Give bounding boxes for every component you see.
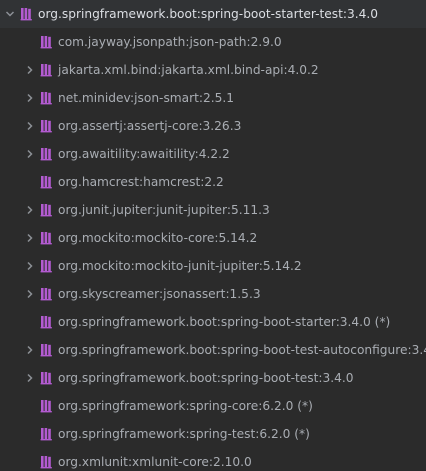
dependency-label: org.hamcrest:hamcrest:2.2 — [58, 175, 224, 189]
chevron-right-icon[interactable] — [22, 342, 38, 358]
library-icon — [38, 426, 54, 442]
dependency-label: org.springframework.boot:spring-boot-tes… — [58, 371, 354, 385]
library-icon — [38, 202, 54, 218]
dependency-label: org.junit.jupiter:junit-jupiter:5.11.3 — [58, 203, 270, 217]
library-icon — [18, 6, 34, 22]
library-icon — [38, 454, 54, 470]
library-icon — [38, 118, 54, 134]
library-icon — [38, 146, 54, 162]
tree-child-row[interactable]: jakarta.xml.bind:jakarta.xml.bind-api:4.… — [0, 56, 426, 84]
dependency-label: org.springframework:spring-core:6.2.0 (*… — [58, 399, 313, 413]
dependency-label: org.awaitility:awaitility:4.2.2 — [58, 147, 230, 161]
tree-root-row[interactable]: org.springframework.boot:spring-boot-sta… — [0, 0, 426, 28]
dependency-label: net.minidev:json-smart:2.5.1 — [58, 91, 235, 105]
chevron-right-icon[interactable] — [22, 370, 38, 386]
dependency-label: org.mockito:mockito-junit-jupiter:5.14.2 — [58, 259, 302, 273]
chevron-right-icon[interactable] — [22, 286, 38, 302]
library-icon — [38, 314, 54, 330]
tree-child-row[interactable]: org.springframework.boot:spring-boot-sta… — [0, 308, 426, 336]
library-icon — [38, 34, 54, 50]
library-icon — [38, 398, 54, 414]
chevron-right-icon[interactable] — [22, 118, 38, 134]
chevron-right-icon[interactable] — [22, 62, 38, 78]
dependency-label: org.xmlunit:xmlunit-core:2.10.0 — [58, 455, 252, 469]
tree-child-row[interactable]: org.springframework:spring-core:6.2.0 (*… — [0, 392, 426, 420]
library-icon — [38, 62, 54, 78]
chevron-right-icon[interactable] — [22, 90, 38, 106]
chevron-right-icon[interactable] — [22, 202, 38, 218]
dependency-label: org.skyscreamer:jsonassert:1.5.3 — [58, 287, 261, 301]
chevron-down-icon[interactable] — [2, 6, 18, 22]
dependency-label: org.assertj:assertj-core:3.26.3 — [58, 119, 242, 133]
dependency-label: com.jayway.jsonpath:json-path:2.9.0 — [58, 35, 282, 49]
tree-child-row[interactable]: org.assertj:assertj-core:3.26.3 — [0, 112, 426, 140]
tree-child-row[interactable]: net.minidev:json-smart:2.5.1 — [0, 84, 426, 112]
library-icon — [38, 286, 54, 302]
tree-child-row[interactable]: org.mockito:mockito-junit-jupiter:5.14.2 — [0, 252, 426, 280]
chevron-right-icon[interactable] — [22, 230, 38, 246]
tree-child-row[interactable]: org.mockito:mockito-core:5.14.2 — [0, 224, 426, 252]
dependency-label: jakarta.xml.bind:jakarta.xml.bind-api:4.… — [58, 63, 319, 77]
tree-child-row[interactable]: org.springframework.boot:spring-boot-tes… — [0, 336, 426, 364]
chevron-right-icon[interactable] — [22, 146, 38, 162]
library-icon — [38, 230, 54, 246]
dependency-label: org.springframework:spring-test:6.2.0 (*… — [58, 427, 310, 441]
tree-child-row[interactable]: org.junit.jupiter:junit-jupiter:5.11.3 — [0, 196, 426, 224]
tree-child-row[interactable]: org.springframework.boot:spring-boot-tes… — [0, 364, 426, 392]
dependency-label: org.springframework.boot:spring-boot-tes… — [58, 343, 426, 357]
dependency-label: org.mockito:mockito-core:5.14.2 — [58, 231, 258, 245]
tree-child-row[interactable]: org.springframework:spring-test:6.2.0 (*… — [0, 420, 426, 448]
tree-child-row[interactable]: org.skyscreamer:jsonassert:1.5.3 — [0, 280, 426, 308]
dependency-tree: org.springframework.boot:spring-boot-sta… — [0, 0, 426, 471]
library-icon — [38, 90, 54, 106]
library-icon — [38, 258, 54, 274]
library-icon — [38, 370, 54, 386]
tree-root-label: org.springframework.boot:spring-boot-sta… — [38, 7, 379, 21]
dependency-label: org.springframework.boot:spring-boot-sta… — [58, 315, 391, 329]
chevron-right-icon[interactable] — [22, 258, 38, 274]
tree-child-row[interactable]: com.jayway.jsonpath:json-path:2.9.0 — [0, 28, 426, 56]
tree-child-row[interactable]: org.awaitility:awaitility:4.2.2 — [0, 140, 426, 168]
library-icon — [38, 174, 54, 190]
tree-child-row[interactable]: org.hamcrest:hamcrest:2.2 — [0, 168, 426, 196]
library-icon — [38, 342, 54, 358]
tree-child-row[interactable]: org.xmlunit:xmlunit-core:2.10.0 — [0, 448, 426, 471]
